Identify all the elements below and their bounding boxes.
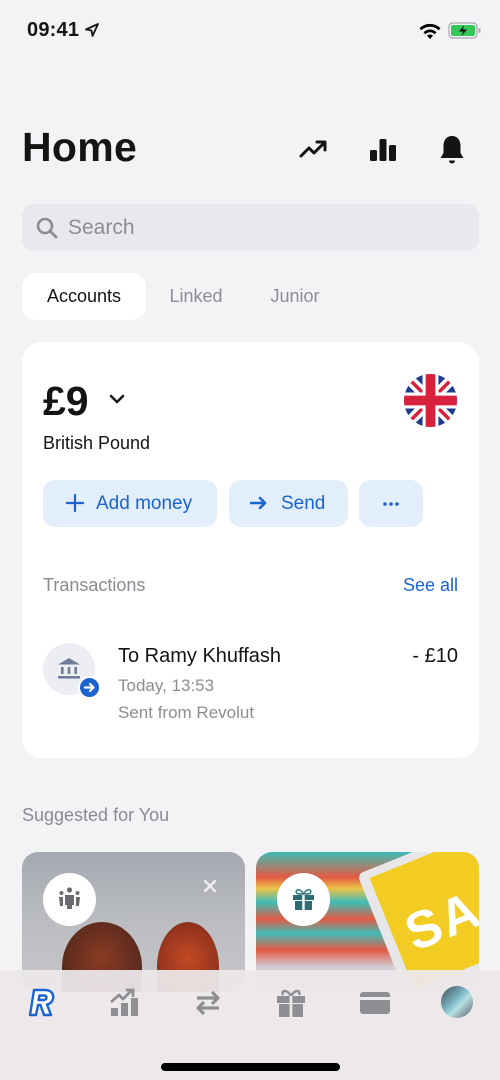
account-balance[interactable]: £9 [43,378,89,425]
currency-name: British Pound [43,433,151,453]
location-arrow-icon [85,23,99,37]
see-all-link[interactable]: See all [403,575,458,596]
send-label: Send [281,493,326,514]
transaction-subtitle: Sent from Revolut [118,703,255,722]
search-input[interactable] [68,204,468,251]
status-time: 09:41 [27,19,80,41]
transaction-time: Today, 13:53 [118,676,215,695]
transactions-header: Transactions [43,575,146,595]
gift-icon-badge [277,873,330,926]
tab-junior[interactable]: Junior [258,273,332,320]
trend-icon[interactable] [298,134,330,166]
tab-accounts[interactable]: Accounts [22,273,146,320]
add-money-label: Add money [96,493,193,514]
search-bar[interactable] [22,204,479,251]
suggested-title: Suggested for You [22,805,170,825]
arrow-right-icon [250,496,267,510]
account-card: £9 British Pound Add money Send Transact… [22,342,479,758]
status-bar: 09:41 [0,0,500,60]
profile-avatar[interactable] [441,986,473,1018]
bank-icon [58,658,80,679]
card-icon[interactable] [358,986,392,1020]
search-icon [36,217,58,239]
friends-icon [59,887,80,909]
friends-icon-badge [43,873,96,926]
wifi-icon [419,23,441,39]
plus-icon [66,494,84,512]
home-indicator [161,1063,340,1071]
promo-image-screen: SA [369,852,479,990]
more-button[interactable] [359,480,423,527]
more-icon [383,502,399,506]
send-button[interactable]: Send [229,480,348,527]
gift-icon [293,888,314,910]
uk-flag-icon [404,374,457,427]
gift-icon[interactable] [274,986,308,1020]
invest-chart-icon[interactable] [108,986,142,1020]
chevron-down-icon[interactable] [108,392,126,406]
transaction-title[interactable]: To Ramy Khuffash [118,645,281,668]
close-icon[interactable] [203,879,217,893]
tab-linked[interactable]: Linked [158,273,234,320]
revolut-logo-icon[interactable] [25,986,59,1020]
promo-image-text: SA [397,880,479,963]
transfer-arrows-icon[interactable] [191,986,225,1020]
transaction-amount: - £10 [412,645,458,667]
page-title: Home [22,124,138,170]
battery-charging-icon [448,22,481,39]
outgoing-arrow-icon [78,676,101,699]
stats-icon[interactable] [367,134,399,166]
bell-icon[interactable] [436,134,468,166]
add-money-button[interactable]: Add money [43,480,217,527]
